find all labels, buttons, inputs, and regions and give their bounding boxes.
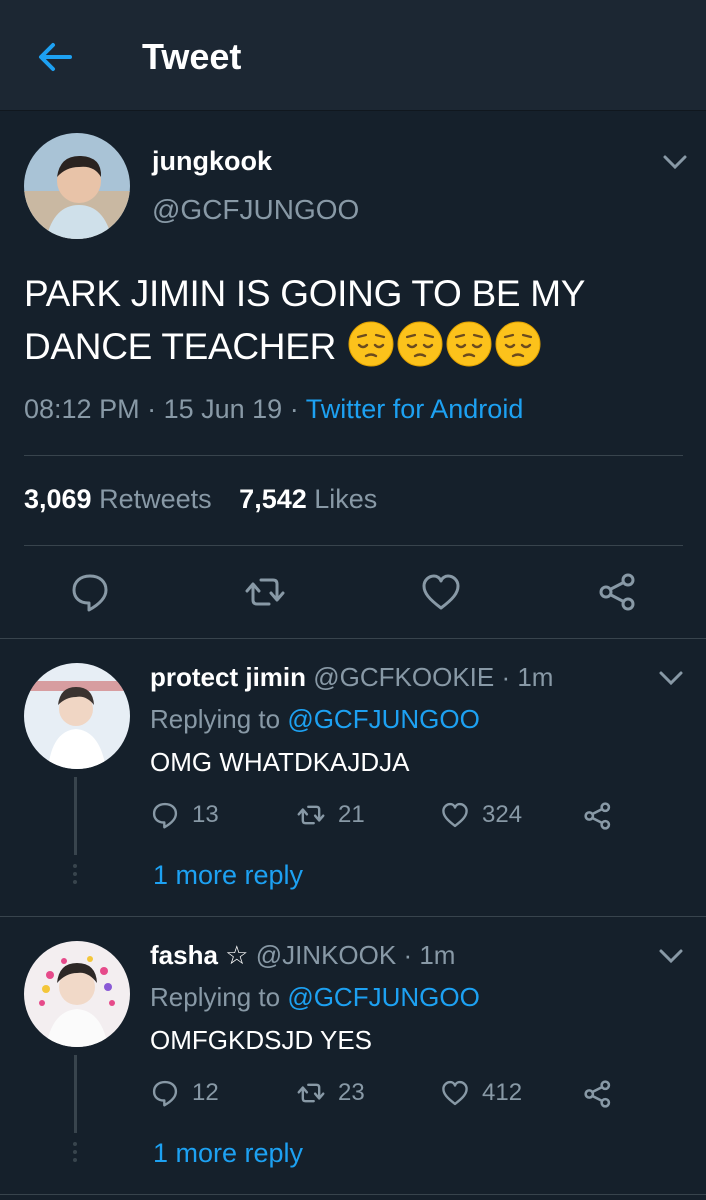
reply-author-name[interactable]: fasha ☆	[150, 940, 248, 970]
replying-to-label: Replying to	[150, 704, 281, 734]
reply-author-handle[interactable]: @JINKOOK	[256, 940, 397, 970]
reply-icon	[152, 1080, 178, 1107]
share-icon[interactable]	[596, 570, 640, 614]
share-icon	[584, 802, 611, 830]
pensive-face-emoji-icon	[495, 321, 541, 367]
share-icon	[584, 1080, 611, 1108]
reply-text: OMFGKDSJD YES	[150, 1025, 373, 1055]
tweet-stats: 3,069 Retweets 7,542 Likes	[24, 484, 377, 515]
like-heart-icon[interactable]	[419, 570, 463, 614]
retweet-icon[interactable]	[243, 570, 287, 614]
pensive-face-emoji-icon	[348, 321, 394, 367]
reply-author-handle[interactable]: @GCFKOOKIE	[313, 662, 494, 692]
retweet-icon	[297, 805, 325, 825]
thread-dot	[73, 1158, 77, 1162]
avatar[interactable]	[24, 663, 130, 769]
chevron-down-icon[interactable]	[658, 670, 684, 686]
retweet-icon	[297, 1083, 325, 1103]
thread-line	[74, 777, 77, 855]
likes-stat[interactable]: 7,542 Likes	[239, 484, 377, 514]
like-count: 324	[482, 801, 523, 828]
author-handle[interactable]: @GCFJUNGOO	[152, 194, 359, 226]
share-button[interactable]	[582, 800, 626, 832]
reply-header: fasha ☆ @JINKOOK · 1m	[150, 940, 455, 971]
like-heart-icon	[442, 802, 468, 828]
likes-label: Likes	[314, 484, 378, 514]
retweet-count: 21	[338, 801, 365, 828]
like-button[interactable]: 324	[440, 800, 522, 830]
separator: ·	[494, 662, 518, 692]
replying-to: Replying to @GCFJUNGOO	[150, 704, 480, 735]
tweet-meta: 08:12 PM · 15 Jun 19 · Twitter for Andro…	[24, 394, 523, 425]
pensive-face-emoji-icon	[446, 321, 492, 367]
reply-header: protect jimin @GCFKOOKIE · 1m	[150, 662, 553, 693]
thread-dot	[73, 1142, 77, 1146]
divider	[24, 455, 683, 456]
reply-author-name[interactable]: protect jimin	[150, 662, 306, 692]
replying-to-handle[interactable]: @GCFJUNGOO	[287, 704, 480, 734]
reply-count: 12	[192, 1079, 219, 1106]
retweets-count: 3,069	[24, 484, 92, 514]
separator: ·	[289, 394, 306, 424]
retweet-button[interactable]: 21	[296, 800, 365, 830]
thread-dot	[73, 1150, 77, 1154]
reply-icon[interactable]	[68, 570, 112, 614]
retweets-stat[interactable]: 3,069 Retweets	[24, 484, 212, 514]
author-name[interactable]: jungkook	[152, 146, 272, 177]
divider	[0, 1194, 706, 1195]
divider	[0, 916, 706, 917]
replying-to-label: Replying to	[150, 982, 281, 1012]
separator: ·	[396, 940, 420, 970]
more-replies-link[interactable]: 1 more reply	[153, 860, 303, 891]
page-title: Tweet	[142, 36, 242, 77]
tweet-source-link[interactable]: Twitter for Android	[306, 394, 524, 424]
tweet-date: 15 Jun 19	[163, 394, 283, 424]
tweet-text: PARK JIMIN IS GOING TO BE MY DANCE TEACH…	[24, 268, 694, 373]
more-replies-link[interactable]: 1 more reply	[153, 1138, 303, 1169]
like-button[interactable]: 412	[440, 1078, 522, 1108]
divider	[24, 545, 683, 546]
chevron-down-icon[interactable]	[662, 154, 688, 170]
like-count: 412	[482, 1079, 523, 1106]
reply-text: OMG WHATDKAJDJA	[150, 747, 410, 777]
thread-dot	[73, 864, 77, 868]
replying-to: Replying to @GCFJUNGOO	[150, 982, 480, 1013]
reply-button[interactable]: 12	[150, 1078, 219, 1108]
separator: ·	[147, 394, 164, 424]
thread-dot	[73, 880, 77, 884]
avatar[interactable]	[24, 133, 130, 239]
emoji-group	[346, 321, 542, 367]
top-bar: Tweet	[0, 0, 706, 111]
reply-time: 1m	[517, 662, 554, 692]
avatar[interactable]	[24, 941, 130, 1047]
retweet-count: 23	[338, 1079, 365, 1106]
like-heart-icon	[442, 1080, 468, 1106]
back-arrow-icon[interactable]	[36, 38, 74, 76]
reply-button[interactable]: 13	[150, 800, 219, 830]
thread-dot	[73, 872, 77, 876]
thread-line	[74, 1055, 77, 1133]
tweet-time: 08:12 PM	[24, 394, 140, 424]
reply-count: 13	[192, 801, 219, 828]
replying-to-handle[interactable]: @GCFJUNGOO	[287, 982, 480, 1012]
reply-time: 1m	[419, 940, 456, 970]
likes-count: 7,542	[239, 484, 307, 514]
retweet-button[interactable]: 23	[296, 1078, 365, 1108]
chevron-down-icon[interactable]	[658, 948, 684, 964]
retweets-label: Retweets	[99, 484, 212, 514]
pensive-face-emoji-icon	[397, 321, 443, 367]
divider	[0, 638, 706, 639]
reply-icon	[152, 802, 178, 829]
share-button[interactable]	[582, 1078, 626, 1110]
